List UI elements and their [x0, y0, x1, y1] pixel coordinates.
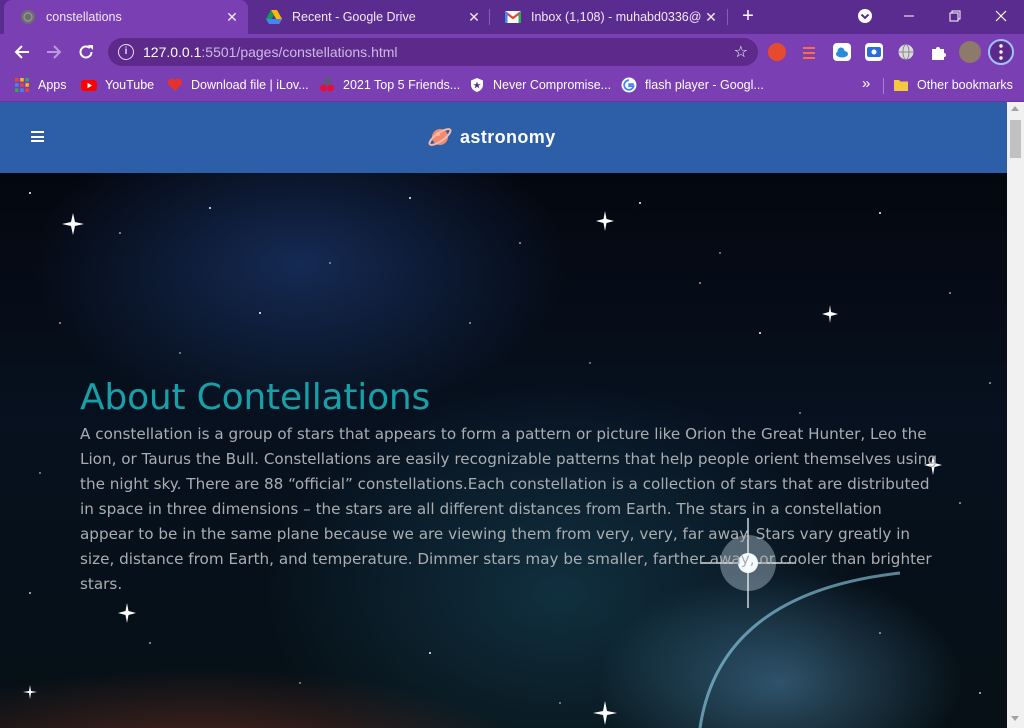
close-tab-icon[interactable]: ✕: [701, 7, 721, 27]
page-title: About Contellations: [80, 377, 431, 418]
bookmarks-bar: Apps YouTube Download file | iLov... 202…: [0, 70, 1024, 102]
bookmark-label: Never Compromise...: [493, 78, 612, 92]
tab-constellations[interactable]: constellations ✕: [4, 0, 248, 34]
scroll-down-arrow-icon[interactable]: [1011, 716, 1019, 721]
bookmark-flash-player[interactable]: flash player - Googl...: [621, 77, 764, 93]
site-logo[interactable]: astronomy: [427, 124, 556, 150]
google-drive-icon: [266, 9, 282, 25]
tab-google-drive[interactable]: Recent - Google Drive ✕: [250, 0, 490, 34]
restore-icon: [949, 10, 961, 22]
close-icon: [995, 10, 1007, 22]
scrollbar-thumb[interactable]: [1010, 120, 1021, 158]
cherry-icon: [319, 77, 335, 93]
scroll-up-arrow-icon[interactable]: [1011, 106, 1019, 111]
bookmark-top5-friends[interactable]: 2021 Top 5 Friends...: [319, 77, 460, 93]
heart-icon: [167, 77, 183, 93]
apps-grid-icon: [14, 77, 30, 93]
bookmarks-overflow-button[interactable]: »: [862, 75, 870, 92]
extension-menu-icon[interactable]: [800, 43, 818, 61]
gmail-icon: [505, 9, 521, 25]
tab-search-button[interactable]: [842, 0, 888, 32]
bookmark-label: Other bookmarks: [917, 78, 1013, 92]
brand-name: astronomy: [460, 126, 556, 147]
arrow-left-icon: [14, 45, 29, 59]
bookmark-star-icon[interactable]: ☆: [734, 42, 748, 62]
planet-icon: [428, 128, 452, 146]
bookmark-apps[interactable]: Apps: [14, 77, 67, 93]
youtube-icon: [81, 77, 97, 93]
about-content: About Contellations A constellation is a…: [80, 377, 940, 597]
extension-globe-icon[interactable]: [897, 43, 915, 61]
close-tab-icon[interactable]: ✕: [222, 7, 242, 27]
tab-title: constellations: [46, 10, 122, 24]
extension-screen-icon[interactable]: [865, 43, 883, 61]
tab-separator: [727, 9, 728, 25]
more-vert-icon: [999, 44, 1003, 60]
profile-avatar[interactable]: [959, 41, 981, 63]
forward-button[interactable]: [40, 38, 68, 66]
tab-title: Inbox (1,108) - muhabd0336@gm: [531, 10, 701, 24]
hero-section: About Contellations A constellation is a…: [0, 173, 1007, 728]
bookmark-label: flash player - Googl...: [645, 78, 764, 92]
info-icon[interactable]: i: [118, 44, 134, 60]
extension-cloud-icon[interactable]: [833, 43, 851, 61]
bookmark-label: Apps: [38, 78, 67, 92]
bookmark-youtube[interactable]: YouTube: [81, 77, 154, 93]
page-viewport: astronomy About Contellations A constell…: [0, 102, 1024, 728]
folder-icon: [893, 77, 909, 93]
close-tab-icon[interactable]: ✕: [464, 7, 484, 27]
tab-title: Recent - Google Drive: [292, 10, 416, 24]
back-button[interactable]: [8, 38, 36, 66]
address-bar[interactable]: i 127.0.0.1:5501/pages/constellations.ht…: [108, 38, 758, 66]
browser-toolbar: i 127.0.0.1:5501/pages/constellations.ht…: [0, 34, 1024, 70]
bookmark-ilovepdf[interactable]: Download file | iLov...: [167, 77, 309, 93]
hamburger-menu-icon[interactable]: [31, 131, 44, 142]
url-text: 127.0.0.1:5501/pages/constellations.html: [143, 44, 398, 60]
new-tab-button[interactable]: +: [736, 5, 760, 29]
bookmark-never-compromise[interactable]: Never Compromise...: [469, 77, 611, 93]
bookmark-label: YouTube: [105, 78, 155, 92]
extension-infinity-icon[interactable]: [768, 43, 786, 61]
minimize-icon: [904, 15, 914, 17]
reload-icon: [79, 45, 93, 59]
about-paragraph: A constellation is a group of stars that…: [80, 425, 938, 593]
other-bookmarks[interactable]: Other bookmarks: [893, 77, 1013, 93]
globe-icon: [20, 9, 36, 25]
bookmark-label: 2021 Top 5 Friends...: [343, 78, 461, 92]
bookmark-label: Download file | iLov...: [191, 78, 309, 92]
site-header: astronomy: [0, 102, 1007, 173]
arrow-right-icon: [47, 45, 62, 59]
reload-button[interactable]: [72, 38, 100, 66]
close-window-button[interactable]: [978, 0, 1024, 32]
chevron-down-icon: [858, 9, 872, 23]
minimize-button[interactable]: [886, 0, 932, 32]
tab-strip: constellations ✕ Recent - Google Drive ✕…: [0, 0, 1024, 34]
extensions-puzzle-icon[interactable]: [929, 43, 947, 61]
browser-menu-button[interactable]: [988, 39, 1014, 65]
restore-button[interactable]: [932, 0, 978, 32]
vertical-scrollbar[interactable]: [1007, 102, 1024, 728]
bookmark-separator: [883, 78, 884, 94]
tab-gmail[interactable]: Inbox (1,108) - muhabd0336@gm ✕: [489, 0, 727, 34]
google-icon: [621, 77, 637, 93]
shield-icon: [469, 77, 485, 93]
